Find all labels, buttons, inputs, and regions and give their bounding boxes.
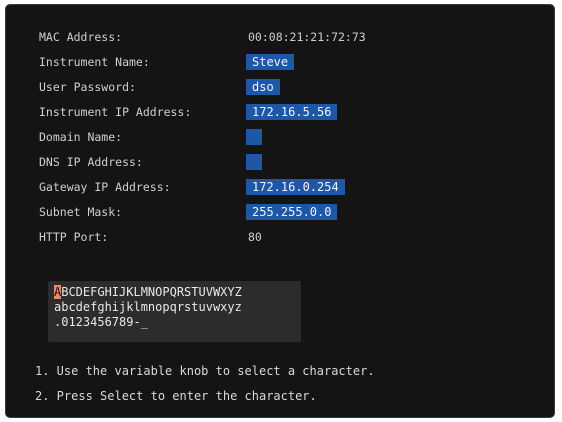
instrument-ip-label: Instrument IP Address: [39, 105, 192, 119]
instrument-name-field[interactable]: Steve [246, 54, 295, 70]
instrument-name-label: Instrument Name: [39, 55, 150, 69]
http-port-label: HTTP Port: [39, 230, 109, 244]
dns-ip-label: DNS IP Address: [39, 155, 143, 169]
http-port-value: 80 [248, 230, 262, 244]
gateway-ip-row: Gateway IP Address: 172.16.0.254 [6, 178, 554, 196]
mac-address-row: MAC Address: 00:08:21:21:72:73 [6, 28, 554, 46]
subnet-mask-row: Subnet Mask: 255.255.0.0 [6, 203, 554, 221]
subnet-mask-label: Subnet Mask: [39, 205, 123, 219]
user-password-row: User Password: dso [6, 78, 554, 96]
charset-digits-line: .0123456789-_ [54, 315, 148, 329]
charset-uppercase-rest: BCDEFGHIJKLMNOPQRSTUVWXYZ [61, 285, 242, 299]
user-password-field[interactable]: dso [246, 79, 280, 95]
lan-settings-screen: MAC Address: 00:08:21:21:72:73 Instrumen… [5, 4, 555, 418]
mac-address-value: 00:08:21:21:72:73 [248, 30, 366, 44]
http-port-row: HTTP Port: 80 [6, 228, 554, 246]
charset-uppercase-line: ABCDEFGHIJKLMNOPQRSTUVWXYZ [54, 285, 242, 300]
instrument-ip-field[interactable]: 172.16.5.56 [246, 104, 338, 120]
dns-ip-row: DNS IP Address: [6, 153, 554, 171]
dns-ip-field[interactable] [246, 154, 262, 170]
instruction-step-2: 2. Press Select to enter the character. [35, 389, 317, 403]
instruction-step-1: 1. Use the variable knob to select a cha… [35, 364, 375, 378]
subnet-mask-field[interactable]: 255.255.0.0 [246, 204, 338, 220]
mac-address-label: MAC Address: [39, 30, 123, 44]
charset-lowercase-line: abcdefghijklmnopqrstuvwxyz [54, 300, 242, 314]
character-selector-panel[interactable]: ABCDEFGHIJKLMNOPQRSTUVWXYZ abcdefghijklm… [48, 281, 301, 342]
user-password-label: User Password: [39, 80, 136, 94]
domain-name-row: Domain Name: [6, 128, 554, 146]
gateway-ip-field[interactable]: 172.16.0.254 [246, 179, 345, 195]
gateway-ip-label: Gateway IP Address: [39, 180, 171, 194]
instrument-ip-row: Instrument IP Address: 172.16.5.56 [6, 103, 554, 121]
domain-name-label: Domain Name: [39, 130, 123, 144]
domain-name-field[interactable] [246, 129, 262, 145]
instrument-name-row: Instrument Name: Steve [6, 53, 554, 71]
